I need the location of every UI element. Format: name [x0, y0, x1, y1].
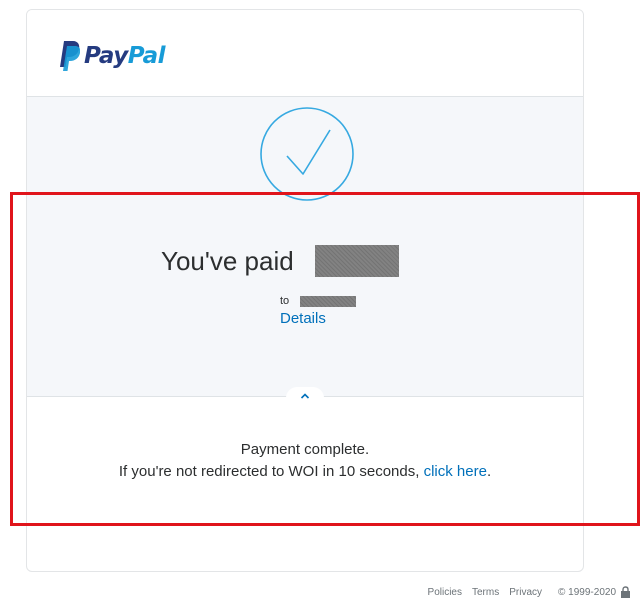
paypal-wordmark-pal: Pal [127, 43, 166, 69]
redirect-prefix: If you're not redirected to WOI in 10 se… [118, 463, 424, 480]
paypal-wordmark-pay: Pay [84, 43, 128, 69]
footer-copyright: © 1999-2020 [558, 586, 616, 598]
payment-complete-message: Payment complete. [240, 441, 370, 458]
payment-status-text: Payment complete. If you're not redirect… [26, 439, 584, 483]
paypal-logo-icon [60, 41, 80, 71]
recipient-line: to [280, 293, 357, 309]
footer-privacy-link[interactable]: Privacy [509, 587, 542, 598]
paid-amount-line: You've paid [161, 243, 399, 279]
expand-toggle-button[interactable] [286, 387, 324, 409]
footer-policies-link[interactable]: Policies [428, 587, 462, 598]
paypal-logo: PayPal [60, 41, 166, 71]
paid-label: You've paid [161, 245, 294, 276]
footer: Policies Terms Privacy © 1999-2020 [428, 586, 631, 598]
redacted-amount [314, 245, 399, 277]
checkmark-circle-icon [260, 107, 354, 201]
card-header: PayPal [27, 10, 583, 97]
redirect-message: If you're not redirected to WOI in 10 se… [95, 461, 515, 483]
payment-card: PayPal You've paid to Details [26, 9, 584, 572]
redirect-suffix: . [486, 463, 492, 480]
paypal-wordmark: PayPal [84, 43, 166, 69]
chevron-up-icon [300, 393, 310, 399]
redacted-merchant [300, 295, 357, 307]
footer-terms-link[interactable]: Terms [472, 587, 499, 598]
lock-icon [621, 586, 630, 598]
confirmation-panel: You've paid to Details [27, 97, 583, 409]
details-link[interactable]: Details [280, 310, 326, 327]
click-here-link[interactable]: click here [424, 463, 487, 480]
to-label: to [280, 295, 290, 307]
